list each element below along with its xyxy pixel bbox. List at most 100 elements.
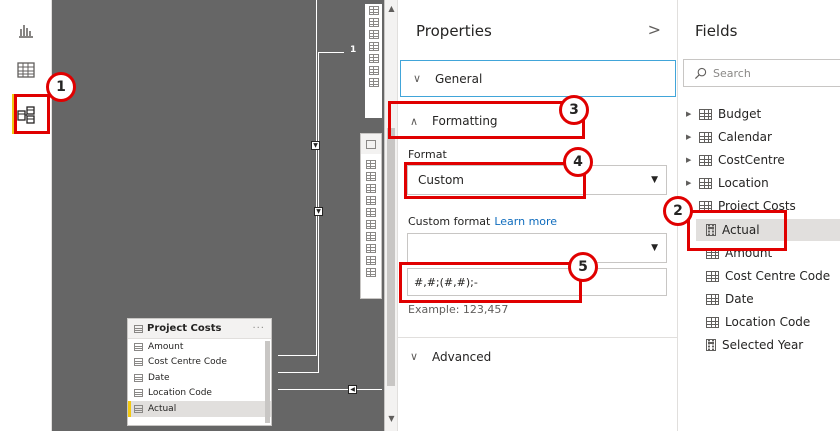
- more-options-icon[interactable]: ···: [252, 323, 265, 334]
- table-label: CostCentre: [718, 153, 785, 167]
- expand-icon[interactable]: ▶: [686, 179, 693, 187]
- relationship-line[interactable]: [278, 389, 382, 390]
- expand-icon[interactable]: ▶: [686, 110, 693, 118]
- field-glyph: [361, 242, 381, 254]
- card-scrollbar[interactable]: [265, 341, 270, 423]
- field-glyph: [365, 28, 382, 40]
- field-glyph: [365, 16, 382, 28]
- field-glyph: [365, 64, 382, 76]
- callout-4: 4: [563, 147, 593, 177]
- field-label: Amount: [148, 341, 184, 352]
- field-glyph: [365, 40, 382, 52]
- field-glyph: [365, 4, 382, 16]
- dropdown-caret-icon: ▼: [651, 175, 658, 185]
- field-glyph: [361, 194, 381, 206]
- table-label: Location: [718, 176, 769, 190]
- table-card-title: Project Costs: [147, 323, 222, 334]
- table-icon: [134, 324, 143, 333]
- field-glyph: [361, 170, 381, 182]
- field-label: Cost Centre Code: [725, 269, 831, 283]
- section-advanced[interactable]: ∨ Advanced: [398, 337, 677, 375]
- fields-table-budget[interactable]: ▶ Budget: [686, 103, 761, 125]
- field-label: Selected Year: [722, 338, 804, 352]
- expand-icon[interactable]: ▶: [686, 133, 693, 141]
- field-glyph: [361, 266, 381, 278]
- table-card-fragment-top[interactable]: [365, 4, 382, 118]
- field-glyph: [361, 206, 381, 218]
- field-label: Date: [725, 292, 754, 306]
- table-label: Budget: [718, 107, 762, 121]
- filter-direction-marker[interactable]: ▼: [311, 141, 320, 150]
- fields-table-costcentre[interactable]: ▶ CostCentre: [686, 149, 785, 171]
- field-label: Location Code: [725, 315, 811, 329]
- field-glyph: [361, 158, 381, 170]
- field-location-code[interactable]: Location Code: [706, 311, 810, 333]
- model-canvas[interactable]: 1 ▼ ▼ ◀ Project Costs ··· Amount Cost Ce…: [52, 0, 397, 431]
- field-label: Date: [148, 372, 170, 383]
- data-view-icon[interactable]: [14, 58, 38, 82]
- fields-title: Fields: [695, 22, 738, 40]
- table-field-row[interactable]: Date: [128, 370, 271, 386]
- table-icon: [699, 131, 712, 143]
- callout-2: 2: [663, 196, 693, 226]
- scroll-up-icon[interactable]: ▲: [386, 4, 397, 14]
- field-icon: [134, 373, 143, 382]
- relationship-line[interactable]: [318, 52, 344, 53]
- relationship-line[interactable]: [316, 0, 317, 355]
- relationship-cardinality-label: 1: [350, 45, 357, 55]
- column-icon: [706, 316, 719, 328]
- table-icon: [699, 108, 712, 120]
- table-card-fragment-middle[interactable]: [360, 133, 382, 299]
- section-label: General: [435, 71, 483, 86]
- table-card-header[interactable]: Project Costs ···: [128, 319, 271, 339]
- field-label: Location Code: [148, 388, 212, 399]
- filter-direction-marker[interactable]: ▼: [314, 207, 323, 216]
- table-icon: [699, 177, 712, 189]
- field-label: Actual: [148, 403, 177, 414]
- chevron-down-icon: ∨: [413, 72, 422, 85]
- table-field-row[interactable]: Location Code: [128, 386, 271, 402]
- table-field-row-selected[interactable]: Actual: [128, 401, 271, 417]
- callout-1: 1: [46, 72, 76, 102]
- scroll-down-icon[interactable]: ▼: [386, 414, 397, 424]
- relationship-line[interactable]: [278, 372, 319, 373]
- relationship-line[interactable]: [278, 355, 317, 356]
- chevron-down-icon: ∨: [410, 350, 419, 363]
- section-general[interactable]: ∨ General: [400, 60, 676, 97]
- learn-more-link[interactable]: Learn more: [494, 215, 557, 228]
- field-glyph: [365, 52, 382, 64]
- field-glyph: [365, 76, 382, 88]
- format-label: Format: [408, 148, 447, 161]
- canvas-scrollbar[interactable]: ▲ ▼: [384, 0, 397, 431]
- highlight-model-view: [14, 94, 50, 134]
- table-field-row[interactable]: Amount: [128, 339, 271, 355]
- properties-title: Properties: [416, 22, 492, 40]
- view-rail: [0, 0, 52, 431]
- project-costs-table-card[interactable]: Project Costs ··· Amount Cost Centre Cod…: [127, 318, 272, 426]
- fields-table-location[interactable]: ▶ Location: [686, 172, 769, 194]
- custom-format-dropdown[interactable]: ▼: [407, 233, 667, 263]
- field-icon: [134, 342, 143, 351]
- field-glyph: [361, 182, 381, 194]
- field-cost-centre-code[interactable]: Cost Centre Code: [706, 265, 830, 287]
- table-header-icon: [361, 134, 381, 154]
- filter-direction-marker[interactable]: ◀: [348, 385, 357, 394]
- callout-3: 3: [559, 95, 589, 125]
- dropdown-caret-icon: ▼: [651, 243, 658, 253]
- highlight-format-dropdown: [404, 162, 586, 199]
- field-glyph: [361, 254, 381, 266]
- fields-table-calendar[interactable]: ▶ Calendar: [686, 126, 772, 148]
- report-view-icon[interactable]: [14, 18, 38, 42]
- search-placeholder: Search: [713, 66, 751, 80]
- field-icon: [134, 389, 143, 398]
- field-date[interactable]: Date: [706, 288, 754, 310]
- highlight-custom-format-input: [399, 262, 582, 303]
- table-icon: [699, 154, 712, 166]
- highlight-actual-field: [687, 210, 787, 251]
- collapse-pane-icon[interactable]: >: [648, 20, 661, 39]
- table-field-row[interactable]: Cost Centre Code: [128, 355, 271, 371]
- scrollbar-thumb[interactable]: [387, 128, 395, 386]
- search-input[interactable]: Search: [683, 59, 840, 87]
- field-selected-year[interactable]: Selected Year: [706, 334, 803, 356]
- expand-icon[interactable]: ▶: [686, 156, 693, 164]
